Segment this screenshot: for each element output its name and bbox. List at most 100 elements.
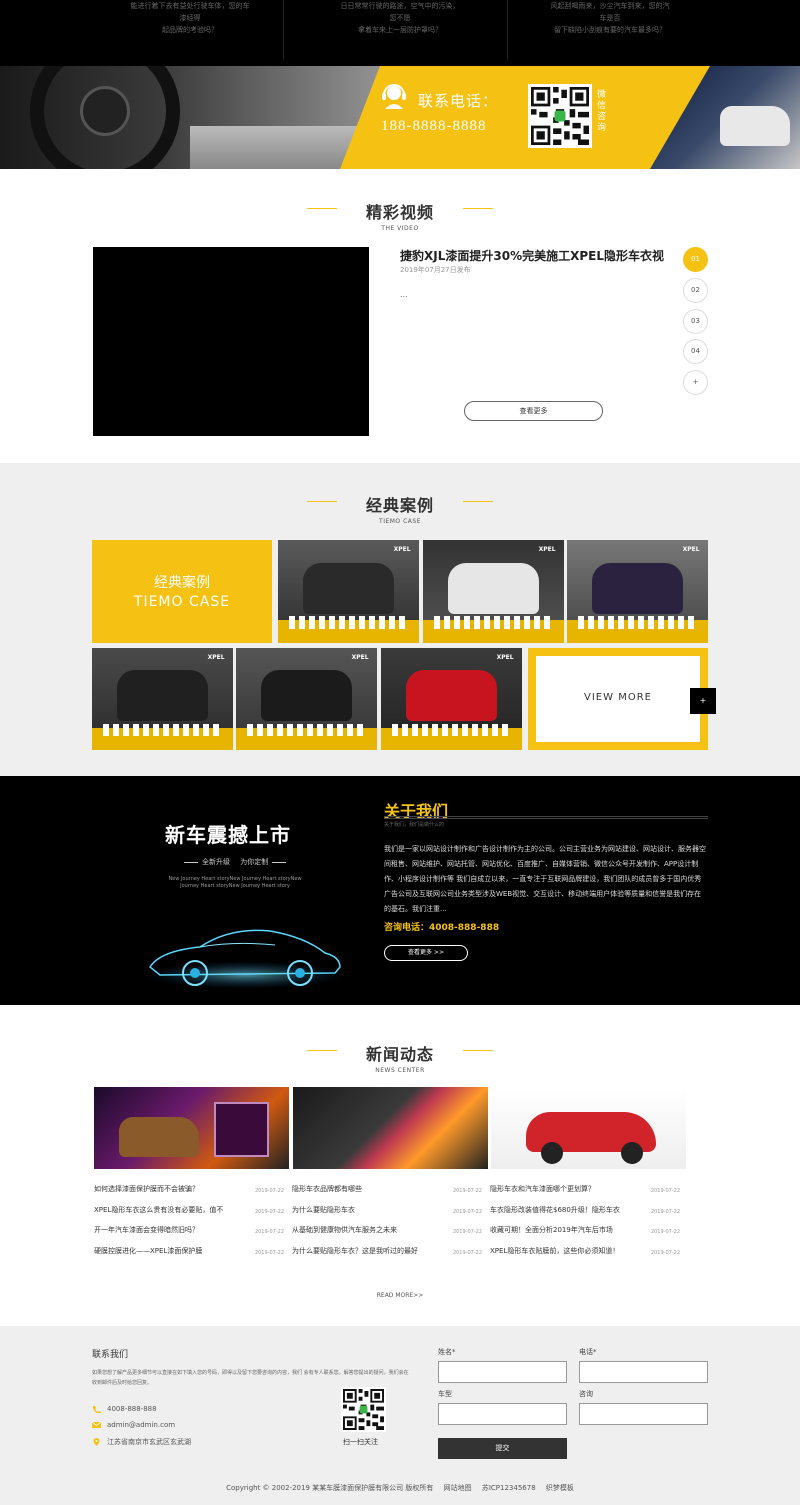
case-image-1[interactable]: XPEL [278, 540, 419, 643]
about-title-rule [384, 816, 708, 819]
case-sign: XPEL [351, 654, 369, 662]
about-hotline: 咨询电话：4008-888-888 [384, 923, 500, 933]
video-pager-1[interactable]: 01 [683, 247, 708, 272]
case-image-4[interactable]: XPEL [92, 648, 233, 750]
news-item[interactable]: 如何选择漆面保护膜而不会被骗？ 2019-07-22 [94, 1183, 284, 1204]
video-pager-3[interactable]: 03 [683, 309, 708, 334]
heading-line-left [307, 501, 337, 502]
case-sign: XPEL [538, 546, 556, 554]
news-item[interactable]: 开一年汽车漆面会变得暗然旧吗？ 2019-07-22 [94, 1224, 284, 1245]
news-item[interactable]: XPEL隐形车衣这么贵有没有必要贴，值不 2019-07-22 [94, 1204, 284, 1225]
news-item-title[interactable]: 从基础到健康物供汽车服务之未来 [292, 1224, 432, 1236]
section-title: 经典案例 [365, 496, 434, 515]
icp-link[interactable]: 苏ICP12345678 [482, 1484, 536, 1492]
video-more-button[interactable]: 查看更多 [464, 401, 603, 421]
news-poster [214, 1102, 269, 1157]
divider [507, 0, 508, 60]
news-item[interactable]: 隐形车衣品牌都有哪些 2019-07-22 [292, 1183, 482, 1204]
race-car [720, 106, 790, 146]
feature-text-2: 日日常常行驶的路途，空气中的污染，您不愿 拿着车来上一层防护罩吗？ [340, 2, 460, 34]
news-read-more-link[interactable]: READ MORE>> [0, 1292, 800, 1299]
name-label: 姓名* [438, 1348, 456, 1356]
wheel-hub [80, 86, 130, 136]
news-item-date: 2019-07-22 [650, 1229, 680, 1235]
contact-description: 如果您想了解产品更多细节可以直接在如下填入您的号码，即得以及留下您要咨询的内容，… [92, 1370, 409, 1386]
case-image-3[interactable]: XPEL [567, 540, 708, 643]
news-list-1: 如何选择漆面保护膜而不会被骗？ 2019-07-22 XPEL隐形车衣这么贵有没有… [94, 1183, 284, 1265]
news-image-1[interactable] [94, 1087, 289, 1169]
location-icon [93, 1438, 100, 1446]
inquiry-field[interactable] [579, 1403, 708, 1425]
news-item-title[interactable]: 隐形车衣和汽车漆面哪个更划算？ [490, 1183, 630, 1195]
contact-address: 江苏省南京市玄武区玄武湖 [92, 1437, 191, 1447]
news-image-3[interactable] [491, 1087, 686, 1169]
designer-link[interactable]: 织梦模板 [546, 1484, 574, 1492]
case-sign: XPEL [682, 546, 700, 554]
contact-phone: 4008-888-888 [92, 1405, 157, 1413]
news-item-title[interactable]: 收藏可期！全面分析2019年汽车后市场 [490, 1224, 630, 1236]
case-bottles [392, 723, 511, 736]
heading-line-right [463, 1050, 493, 1051]
section-title: 精彩视频 [365, 203, 434, 222]
video-pager-2[interactable]: 02 [683, 278, 708, 303]
news-item[interactable]: 为什么要贴隐形车衣？这是我听过的最好 2019-07-22 [292, 1245, 482, 1266]
case-feature-subtitle: TIEMO CASE [133, 594, 231, 610]
news-item[interactable]: 车衣隐形改装值得花$680升级！隐形车衣 2019-07-22 [490, 1204, 680, 1225]
news-image-2[interactable] [293, 1087, 488, 1169]
section-subtitle: THE VIDEO [381, 225, 419, 232]
news-item-title[interactable]: 硬膜控膜进化——XPEL漆面保护膜 [94, 1245, 234, 1257]
news-car [119, 1117, 199, 1157]
heading-line-right [463, 208, 493, 209]
news-wheel [621, 1142, 643, 1164]
case-image-2[interactable]: XPEL [423, 540, 564, 643]
case-feature-tile[interactable]: 经典案例 TIEMO CASE [92, 540, 272, 643]
video-pager-4[interactable]: 04 [683, 339, 708, 364]
video-pager-next[interactable]: + [683, 370, 708, 395]
wechat-label: 微信咨询 [597, 90, 607, 133]
phone-icon [93, 1406, 101, 1413]
glowing-car-graphic [145, 929, 345, 989]
video-description: ... [400, 290, 408, 299]
news-item[interactable]: XPEL隐形车衣贴膜前，这些你必须知道！ 2019-07-22 [490, 1245, 680, 1266]
news-item-date: 2019-07-22 [650, 1208, 680, 1215]
case-image-5[interactable]: XPEL [236, 648, 377, 750]
sitemap-link[interactable]: 网站地图 [444, 1484, 472, 1492]
news-item-date: 2019-07-22 [254, 1188, 284, 1194]
car-model-label: 车型 [438, 1390, 452, 1398]
case-image-6[interactable]: XPEL [381, 648, 522, 750]
news-item-title[interactable]: XPEL隐形车衣这么贵有没有必要贴，值不 [94, 1204, 234, 1216]
news-item-date: 2019-07-22 [650, 1188, 680, 1194]
about-more-button[interactable]: 查看更多 >> [384, 945, 468, 961]
news-item-title[interactable]: 为什么要贴隐形车衣？这是我听过的最好 [292, 1245, 432, 1257]
view-more-arrow-button[interactable]: + [690, 688, 716, 714]
contact-email: admin@admin.com [92, 1421, 175, 1429]
news-item-title[interactable]: XPEL隐形车衣贴膜前，这些你必须知道！ [490, 1245, 630, 1257]
video-player[interactable] [93, 247, 369, 436]
news-item[interactable]: 收藏可期！全面分析2019年汽车后市场 2019-07-22 [490, 1224, 680, 1245]
phone-label: 电话* [579, 1348, 597, 1356]
car-model-field[interactable] [438, 1403, 567, 1425]
hotline-number[interactable]: 188-8888-8888 [381, 118, 487, 135]
news-item-title[interactable]: 开一年汽车漆面会变得暗然旧吗？ [94, 1224, 234, 1236]
case-sign: XPEL [207, 654, 225, 662]
about-subtitle: 关于我们，我们是做什么的 [384, 822, 445, 828]
copyright-bar: Copyright © 2002-2019 某某车膜漆面保护膜有限公司 版权所有… [0, 1483, 800, 1493]
name-field[interactable] [438, 1361, 567, 1383]
news-item[interactable]: 为什么要贴隐形车衣 2019-07-22 [292, 1204, 482, 1225]
news-item-title[interactable]: 如何选择漆面保护膜而不会被骗？ [94, 1183, 234, 1195]
heading-line-left [307, 208, 337, 209]
news-item-title[interactable]: 隐形车衣品牌都有哪些 [292, 1183, 432, 1195]
view-more-label[interactable]: VIEW MORE [528, 692, 708, 703]
case-feature-title: 经典案例 [154, 575, 210, 591]
video-section-heading: 精彩视频 THE VIDEO [0, 199, 800, 232]
news-item[interactable]: 从基础到健康物供汽车服务之未来 2019-07-22 [292, 1224, 482, 1245]
case-bottles [103, 723, 222, 736]
submit-button[interactable]: 提交 [438, 1438, 567, 1459]
contact-email-text[interactable]: admin@admin.com [107, 1421, 175, 1429]
news-item-title[interactable]: 车衣隐形改装值得花$680升级！隐形车衣 [490, 1204, 630, 1216]
phone-field[interactable] [579, 1361, 708, 1383]
news-item[interactable]: 隐形车衣和汽车漆面哪个更划算？ 2019-07-22 [490, 1183, 680, 1204]
news-item[interactable]: 硬膜控膜进化——XPEL漆面保护膜 2019-07-22 [94, 1245, 284, 1266]
news-item-title[interactable]: 为什么要贴隐形车衣 [292, 1204, 432, 1216]
video-title[interactable]: 捷豹XJL漆面提升30%完美施工XPEL隐形车衣视 [400, 247, 664, 264]
